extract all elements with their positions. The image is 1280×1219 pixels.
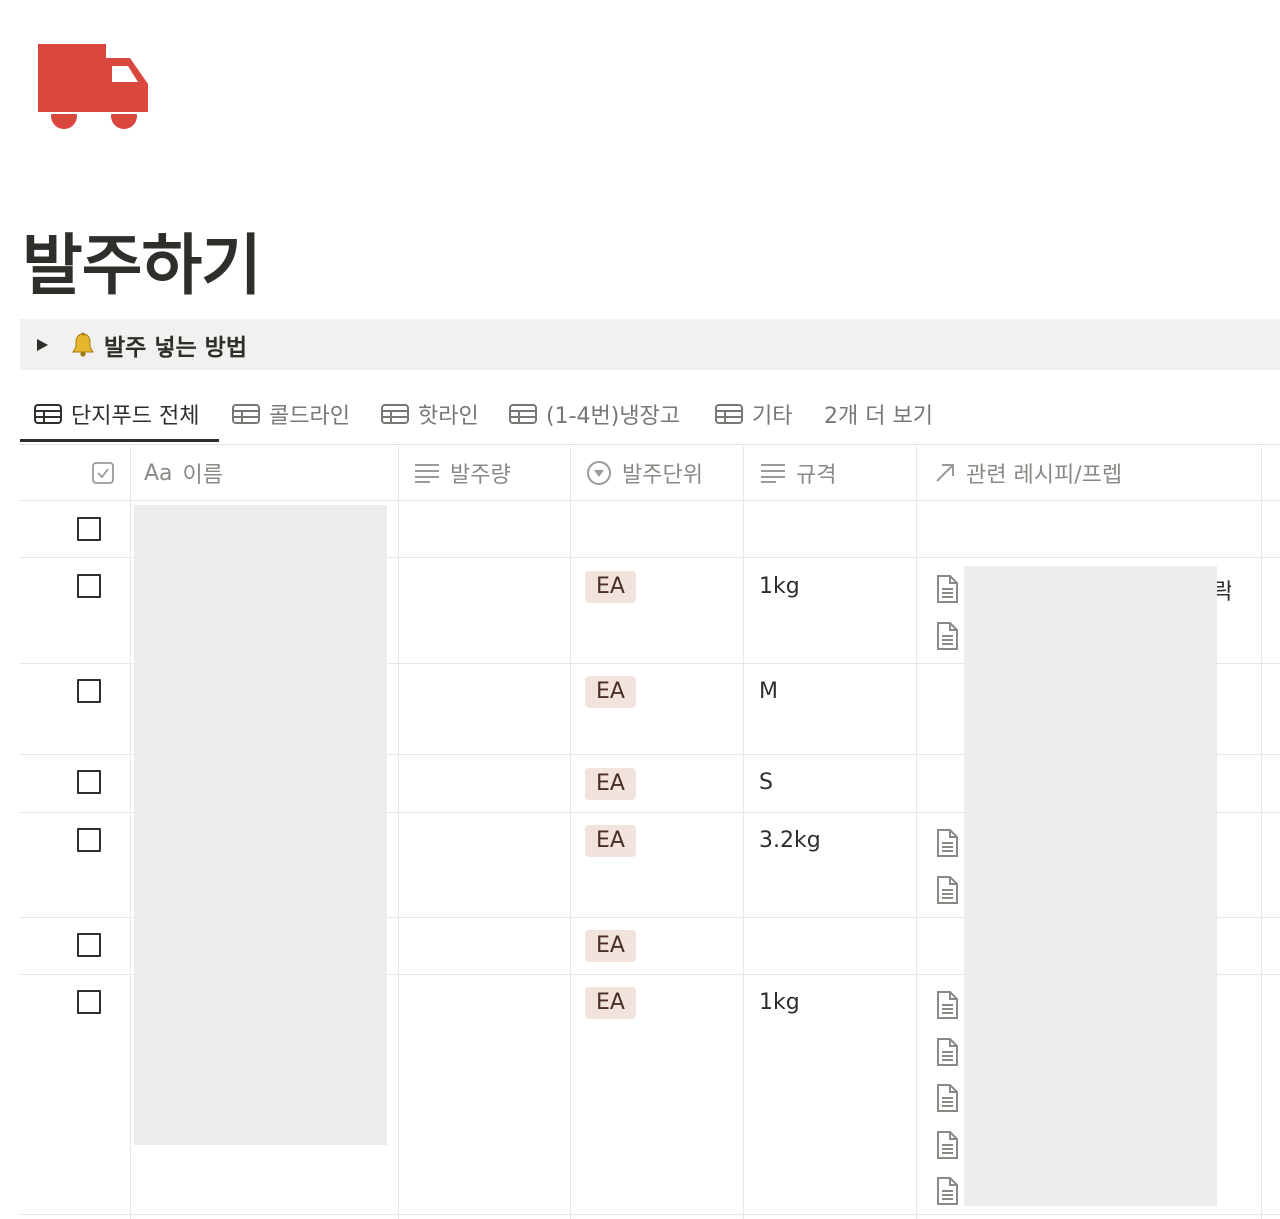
tab-more-views[interactable]: 2개 더 보기 (824, 386, 933, 442)
page-icon[interactable] (935, 1038, 959, 1066)
arrow-up-right-icon (936, 464, 954, 482)
column-label: 발주량 (450, 463, 511, 488)
active-tab-indicator (20, 439, 219, 442)
redacted-related-area (964, 566, 1217, 1206)
table-icon (34, 404, 62, 424)
row-checkbox[interactable] (77, 990, 101, 1014)
grid-line (1261, 446, 1262, 1219)
unit-tag[interactable]: EA (585, 676, 636, 708)
page-icon[interactable] (935, 1084, 959, 1112)
row-checkbox[interactable] (77, 828, 101, 852)
page-title: 발주하기 (22, 227, 262, 304)
table-icon (232, 404, 260, 424)
page-icon[interactable] (935, 991, 959, 1019)
column-header-check[interactable] (92, 446, 124, 500)
row-checkbox[interactable] (77, 770, 101, 794)
tab-danji-food-all[interactable]: 단지푸드 전체 (34, 386, 199, 442)
page-icon[interactable] (935, 1177, 959, 1205)
checkbox-icon (92, 462, 114, 484)
tab-label: 2개 더 보기 (824, 404, 933, 429)
view-tabs: 단지푸드 전체 콜드라인 핫라인 (1-4번)냉장고 기타 2개 더 보기 (20, 386, 1280, 445)
column-header-quantity[interactable]: 발주량 (414, 446, 511, 500)
page-icon[interactable] (935, 575, 959, 603)
tab-label: 단지푸드 전체 (71, 404, 200, 429)
select-icon (587, 461, 611, 485)
toggle-block[interactable]: 발주 넣는 방법 (20, 319, 1280, 370)
spec-value[interactable]: 3.2kg (759, 828, 821, 853)
grid-line (916, 446, 917, 1219)
toggle-arrow-icon[interactable] (36, 338, 48, 351)
tab-label: 콜드라인 (269, 404, 350, 429)
unit-tag[interactable]: EA (585, 930, 636, 962)
tab-hot-line[interactable]: 핫라인 (381, 386, 479, 442)
toggle-title: 발주 넣는 방법 (104, 334, 247, 361)
spec-value[interactable]: M (759, 679, 778, 704)
spec-value[interactable]: 1kg (759, 990, 800, 1015)
tab-etc[interactable]: 기타 (715, 386, 792, 442)
truck-icon (38, 44, 148, 129)
text-lines-icon (415, 464, 439, 483)
row-checkbox[interactable] (77, 574, 101, 598)
tabs-divider (20, 444, 1280, 445)
column-header-name[interactable]: Aa 이름 (144, 446, 223, 500)
row-checkbox[interactable] (77, 679, 101, 703)
redacted-name-area (134, 505, 387, 1145)
column-label: 이름 (182, 463, 224, 488)
spec-value[interactable]: 1kg (759, 574, 800, 599)
table-icon (715, 404, 743, 424)
column-label: 발주단위 (622, 463, 703, 488)
column-label: 관련 레시피/프렙 (966, 463, 1123, 488)
page-icon[interactable] (935, 622, 959, 650)
page-icon[interactable] (935, 829, 959, 857)
table-icon (381, 404, 409, 424)
row-checkbox[interactable] (77, 517, 101, 541)
unit-tag[interactable]: EA (585, 768, 636, 800)
text-type-icon: Aa (144, 460, 173, 486)
tab-fridge-1-4[interactable]: (1-4번)냉장고 (509, 386, 680, 442)
grid-line (398, 446, 399, 1219)
unit-tag[interactable]: EA (585, 825, 636, 857)
unit-tag[interactable]: EA (585, 987, 636, 1019)
unit-tag[interactable]: EA (585, 571, 636, 603)
grid-line (743, 446, 744, 1219)
grid-line (130, 446, 131, 1219)
row-checkbox[interactable] (77, 933, 101, 957)
grid-line (570, 446, 571, 1219)
tab-label: (1-4번)냉장고 (546, 404, 681, 429)
bell-icon (72, 332, 94, 357)
column-header-spec[interactable]: 규격 (760, 446, 836, 500)
grid-line (20, 1214, 1280, 1215)
table-icon (509, 404, 537, 424)
tab-label: 핫라인 (418, 404, 479, 429)
page-icon[interactable] (935, 1131, 959, 1159)
tab-cold-line[interactable]: 콜드라인 (232, 386, 350, 442)
column-label: 규격 (796, 463, 837, 488)
page-icon[interactable] (935, 876, 959, 904)
grid-line (20, 500, 1280, 501)
column-header-related[interactable]: 관련 레시피/프렙 (934, 446, 1122, 500)
column-header-unit[interactable]: 발주단위 (586, 446, 703, 500)
text-lines-icon (761, 464, 785, 483)
tab-label: 기타 (752, 404, 793, 429)
spec-value[interactable]: S (759, 770, 773, 795)
